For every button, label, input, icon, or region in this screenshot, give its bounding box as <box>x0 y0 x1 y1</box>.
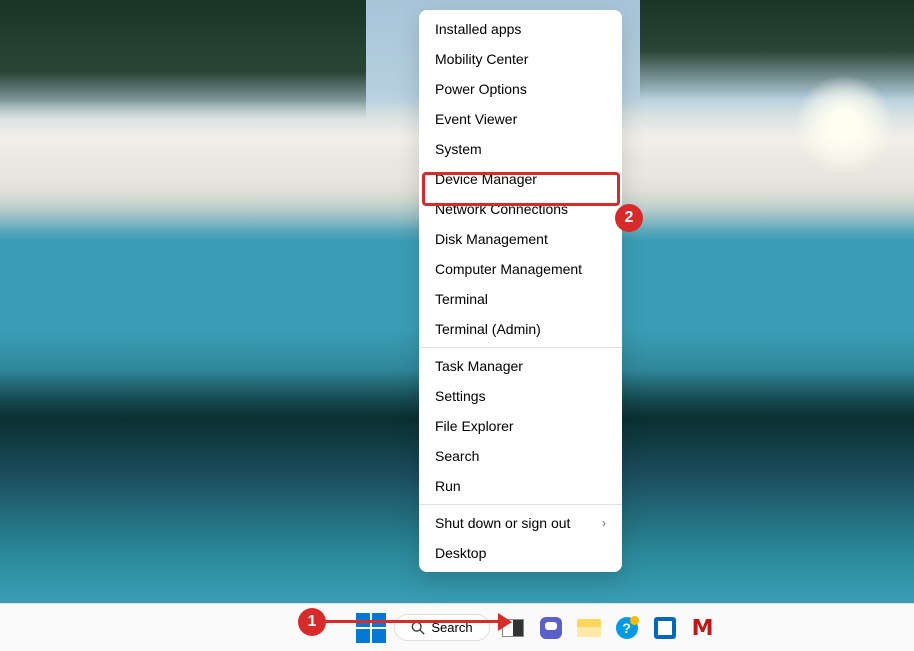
menu-item-file-explorer[interactable]: File Explorer <box>419 411 622 441</box>
menu-separator <box>419 504 622 505</box>
menu-label: Disk Management <box>435 231 548 247</box>
menu-item-computer-management[interactable]: Computer Management <box>419 254 622 284</box>
folder-icon <box>577 619 601 637</box>
menu-label: System <box>435 141 482 157</box>
menu-item-power-options[interactable]: Power Options <box>419 74 622 104</box>
menu-label: Search <box>435 448 479 464</box>
help-icon: ? <box>616 617 638 639</box>
menu-label: Terminal <box>435 291 488 307</box>
menu-item-device-manager[interactable]: Device Manager <box>419 164 622 194</box>
menu-label: File Explorer <box>435 418 514 434</box>
menu-item-desktop[interactable]: Desktop <box>419 538 622 568</box>
menu-item-run[interactable]: Run <box>419 471 622 501</box>
menu-item-task-manager[interactable]: Task Manager <box>419 351 622 381</box>
menu-label: Network Connections <box>435 201 568 217</box>
taskbar-center-group: Search ? 𝗠 <box>356 613 717 643</box>
menu-item-terminal-admin[interactable]: Terminal (Admin) <box>419 314 622 344</box>
mcafee-button[interactable]: 𝗠 <box>688 613 718 643</box>
menu-item-system[interactable]: System <box>419 134 622 164</box>
winx-context-menu: Installed apps Mobility Center Power Opt… <box>419 10 622 572</box>
menu-label: Task Manager <box>435 358 523 374</box>
menu-item-installed-apps[interactable]: Installed apps <box>419 14 622 44</box>
taskbar: Search ? 𝗠 <box>0 603 914 651</box>
menu-item-search[interactable]: Search <box>419 441 622 471</box>
menu-item-settings[interactable]: Settings <box>419 381 622 411</box>
start-button[interactable] <box>356 613 386 643</box>
task-view-icon <box>502 619 524 637</box>
menu-label: Device Manager <box>435 171 537 187</box>
menu-item-network-connections[interactable]: Network Connections <box>419 194 622 224</box>
menu-label: Terminal (Admin) <box>435 321 541 337</box>
store-icon <box>654 617 676 639</box>
wallpaper-sun <box>794 75 894 175</box>
menu-item-terminal[interactable]: Terminal <box>419 284 622 314</box>
menu-label: Power Options <box>435 81 527 97</box>
store-button[interactable] <box>650 613 680 643</box>
menu-separator <box>419 347 622 348</box>
menu-label: Run <box>435 478 461 494</box>
mcafee-icon: 𝗠 <box>692 615 714 641</box>
menu-label: Settings <box>435 388 486 404</box>
chevron-right-icon: › <box>602 516 606 530</box>
file-explorer-button[interactable] <box>574 613 604 643</box>
menu-item-shut-down[interactable]: Shut down or sign out › <box>419 508 622 538</box>
search-label: Search <box>431 620 472 635</box>
menu-item-disk-management[interactable]: Disk Management <box>419 224 622 254</box>
menu-label: Computer Management <box>435 261 582 277</box>
get-help-button[interactable]: ? <box>612 613 642 643</box>
search-button[interactable]: Search <box>394 614 489 641</box>
menu-label: Event Viewer <box>435 111 517 127</box>
menu-label: Desktop <box>435 545 486 561</box>
menu-label: Shut down or sign out <box>435 515 570 531</box>
search-icon <box>411 621 425 635</box>
chat-button[interactable] <box>536 613 566 643</box>
menu-label: Installed apps <box>435 21 521 37</box>
task-view-button[interactable] <box>498 613 528 643</box>
chat-icon <box>540 617 562 639</box>
menu-item-mobility-center[interactable]: Mobility Center <box>419 44 622 74</box>
menu-label: Mobility Center <box>435 51 528 67</box>
menu-item-event-viewer[interactable]: Event Viewer <box>419 104 622 134</box>
